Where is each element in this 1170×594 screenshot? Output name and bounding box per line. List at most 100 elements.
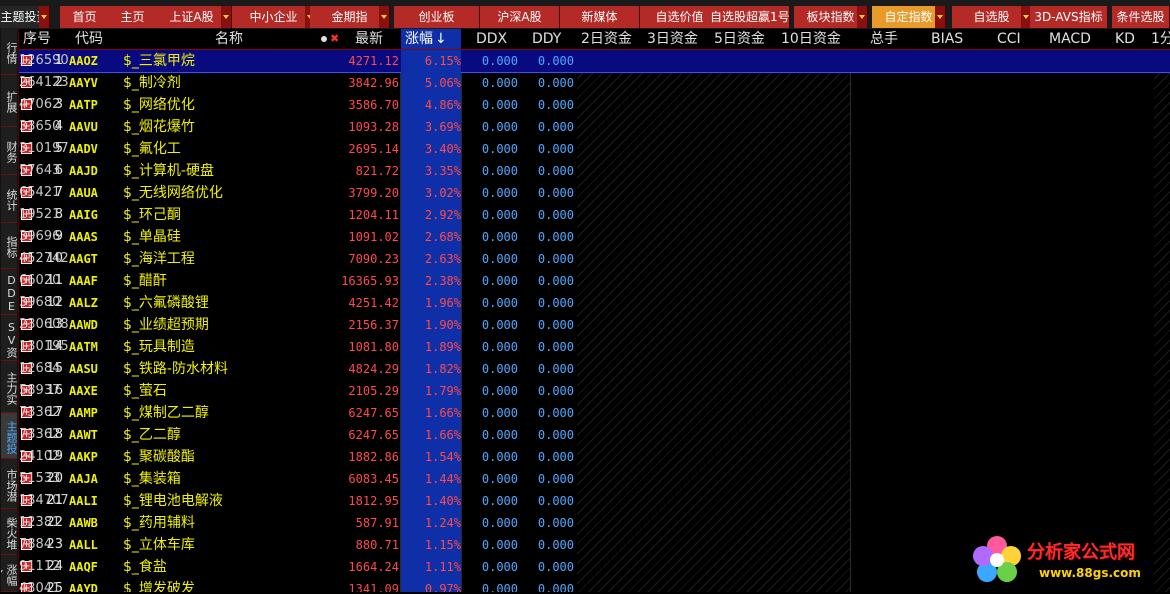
cell-ddy: 0.000	[537, 494, 574, 508]
table-row[interactable]: +4 AAVU $_烟花爆竹 1093.28 3.69% 0.000 0.000 33650	[19, 116, 1170, 138]
tab-8[interactable]: 新媒体	[560, 6, 640, 28]
col-ddx-header[interactable]: DDX	[476, 29, 507, 49]
tab-13[interactable]: 自选股	[952, 6, 1032, 28]
tab-1[interactable]: 首页	[60, 6, 110, 28]
cell-volume: 264123	[19, 75, 69, 90]
col-seq-header[interactable]: 序号	[23, 29, 51, 49]
cell-name: $_三氯甲烷	[123, 53, 195, 69]
col-volume-header[interactable]: 总手	[870, 29, 898, 49]
table-row[interactable]: +14 AATM $_玩具制造 1081.80 1.89% 0.000 0.000 13019…	[19, 336, 1170, 358]
cell-latest: 1091.02	[348, 230, 399, 244]
chevron-down-icon[interactable]	[221, 6, 231, 28]
cell-ddy: 0.000	[537, 406, 574, 420]
tab-10[interactable]: 自选股超赢1号	[710, 6, 790, 28]
chevron-down-icon[interactable]	[935, 6, 945, 28]
chevron-down-icon[interactable]	[857, 6, 867, 28]
clear-filter-icon[interactable]: ✖	[330, 32, 339, 45]
table-row[interactable]: +10 AAGT $_海洋工程 7090.23 2.63% 0.000 0.000 45274…	[19, 248, 1170, 270]
side-tab-1[interactable]: 扩展	[1, 75, 17, 127]
side-tab-10[interactable]: 柴火堆	[1, 509, 17, 555]
cell-volume: 51533	[19, 471, 61, 486]
table-row[interactable]: +20 AAJA $_集装箱 6083.45 1.44% 0.000 0.000 51533	[19, 468, 1170, 490]
table-row[interactable]: +16 AAXE $_萤石 2105.29 1.79% 0.000 0.000 58937	[19, 380, 1170, 402]
tab-15[interactable]: 条件选股	[1112, 6, 1170, 28]
side-tab-0[interactable]: 行情	[1, 29, 17, 75]
col-ddy-header[interactable]: DDY	[532, 29, 561, 49]
table-row[interactable]: +13 AAWD $_业绩超预期 2156.37 1.90% 0.000 0.000 2306…	[19, 314, 1170, 336]
tab-7[interactable]: 沪深A股	[480, 6, 560, 28]
col-fund5-header[interactable]: 5日资金	[714, 29, 765, 49]
cell-ddx: 0.000	[481, 450, 518, 464]
cell-latest: 4824.29	[348, 362, 399, 376]
tab-14[interactable]: 3D-AVS指标	[1030, 6, 1108, 28]
table-row[interactable]: +12 AALZ $_六氟磷酸锂 4251.42 1.96% 0.000 0.000 3968…	[19, 292, 1170, 314]
tab-3[interactable]: 上证A股	[152, 6, 232, 28]
sort-desc-icon: ↓	[435, 31, 447, 47]
table-row[interactable]: +11 AAAF $_醋酐 16365.93 2.38% 0.000 0.000 66020	[19, 270, 1170, 292]
col-macd-header[interactable]: MACD	[1049, 29, 1091, 49]
side-tab-2[interactable]: 财务	[1, 127, 17, 175]
cell-ddx: 0.000	[481, 362, 518, 376]
tab-label: 自选股	[973, 10, 1010, 24]
cell-latest: 821.72	[355, 164, 399, 178]
tab-0[interactable]: 主题投资	[0, 6, 50, 28]
side-tab-8[interactable]: 主题投	[1, 413, 17, 459]
col-cci-header[interactable]: CCI	[997, 29, 1021, 49]
cell-ddy: 0.000	[537, 516, 574, 530]
table-row[interactable]: +5 AADV $_氟化工 2695.14 3.40% 0.000 0.000 310197	[19, 138, 1170, 160]
tab-2[interactable]: 主页	[108, 6, 158, 28]
table-row[interactable]: +22 AAWB $_药用辅料 587.91 1.24% 0.000 0.000 12381	[19, 512, 1170, 534]
col-kd-header[interactable]: KD	[1115, 29, 1135, 49]
table-row[interactable]: +19 AAKP $_聚碳酸酯 1882.86 1.54% 0.000 0.000 24102	[19, 446, 1170, 468]
table-row[interactable]: +17 AAMP $_煤制乙二醇 6247.65 1.66% 0.000 0.000 7336…	[19, 402, 1170, 424]
col-bias-header[interactable]: BIAS	[931, 29, 963, 49]
table-row[interactable]: +8 AAIG $_环己酮 1204.11 2.92% 0.000 0.000 19521	[19, 204, 1170, 226]
side-tab-6[interactable]: SV资	[1, 315, 17, 361]
tab-label: 新媒体	[581, 10, 618, 24]
col-fund2-header[interactable]: 2日资金	[581, 29, 632, 49]
table-row[interactable]: +6 AAJD $_计算机-硬盘 821.72 3.35% 0.000 0.000 57643	[19, 160, 1170, 182]
cell-latest: 880.71	[355, 538, 399, 552]
tab-5[interactable]: 金期指	[310, 6, 390, 28]
filter-dot-icon[interactable]	[321, 36, 327, 42]
col-1min-header[interactable]: 1分	[1151, 29, 1170, 49]
cell-ddy: 0.000	[537, 340, 574, 354]
cell-code: AALZ	[69, 296, 98, 310]
side-tab-9[interactable]: 市场潜	[1, 459, 17, 509]
col-fund3-header[interactable]: 3日资金	[647, 29, 698, 49]
tab-9[interactable]: 自选价值	[640, 6, 720, 28]
tab-11[interactable]: 板块指数	[794, 6, 868, 28]
cell-name: $_乙二醇	[123, 427, 181, 443]
tab-12[interactable]: 自定指数	[872, 6, 946, 28]
table-row[interactable]: +3 AATP $_网络优化 3586.70 4.86% 0.000 0.000 47062	[19, 94, 1170, 116]
col-code-header[interactable]: 代码	[75, 29, 103, 49]
col-fund10-header[interactable]: 10日资金	[781, 29, 841, 49]
watermark-url: www.88gs.com	[1039, 566, 1141, 580]
side-tab-11[interactable]: 涨幅Y	[1, 555, 17, 592]
side-tab-7[interactable]: 主力实	[1, 361, 17, 413]
table-row[interactable]: +15 AASU $_铁路-防水材料 4824.29 1.82% 0.000 0.000 12…	[19, 358, 1170, 380]
table-row[interactable]: +1 AAOZ $_三氯甲烷 4271.12 6.15% 0.000 0.000 126590	[19, 50, 1170, 73]
col-latest-header[interactable]: 最新	[355, 29, 383, 49]
cell-ddx: 0.000	[481, 120, 518, 134]
cell-latest: 2156.37	[348, 318, 399, 332]
table-row[interactable]: +21 AALI $_锂电池电解液 1812.95 1.40% 0.000 0.000 134…	[19, 490, 1170, 512]
table-row[interactable]: +2 AAYV $_制冷剂 3842.96 5.06% 0.000 0.000 264123	[19, 72, 1170, 94]
table-row[interactable]: +18 AAWT $_乙二醇 6247.65 1.66% 0.000 0.000 73362	[19, 424, 1170, 446]
cell-code: AAMP	[69, 406, 98, 420]
cell-ddy: 0.000	[537, 142, 574, 156]
side-tab-5[interactable]: DDE	[1, 269, 17, 315]
tab-4[interactable]: 中小企业	[232, 6, 316, 28]
tab-6[interactable]: 创业板	[394, 6, 480, 28]
table-row[interactable]: +7 AAUA $_无线网络优化 3799.20 3.02% 0.000 0.000 6542…	[19, 182, 1170, 204]
side-tab-4[interactable]: 指标	[1, 223, 17, 269]
col-name-header[interactable]: 名称	[215, 29, 243, 49]
chevron-down-icon[interactable]	[39, 6, 49, 28]
col-change-header[interactable]: 涨幅 ↓	[401, 29, 461, 49]
table-row[interactable]: +9 AAAS $_单晶硅 1091.02 2.68% 0.000 0.000 39696	[19, 226, 1170, 248]
cell-change: 2.68%	[401, 226, 461, 248]
cell-change: 1.24%	[401, 512, 461, 534]
side-tab-3[interactable]: 统计	[1, 175, 17, 223]
cell-code: AAGT	[69, 252, 98, 266]
chevron-down-icon[interactable]	[379, 6, 389, 28]
